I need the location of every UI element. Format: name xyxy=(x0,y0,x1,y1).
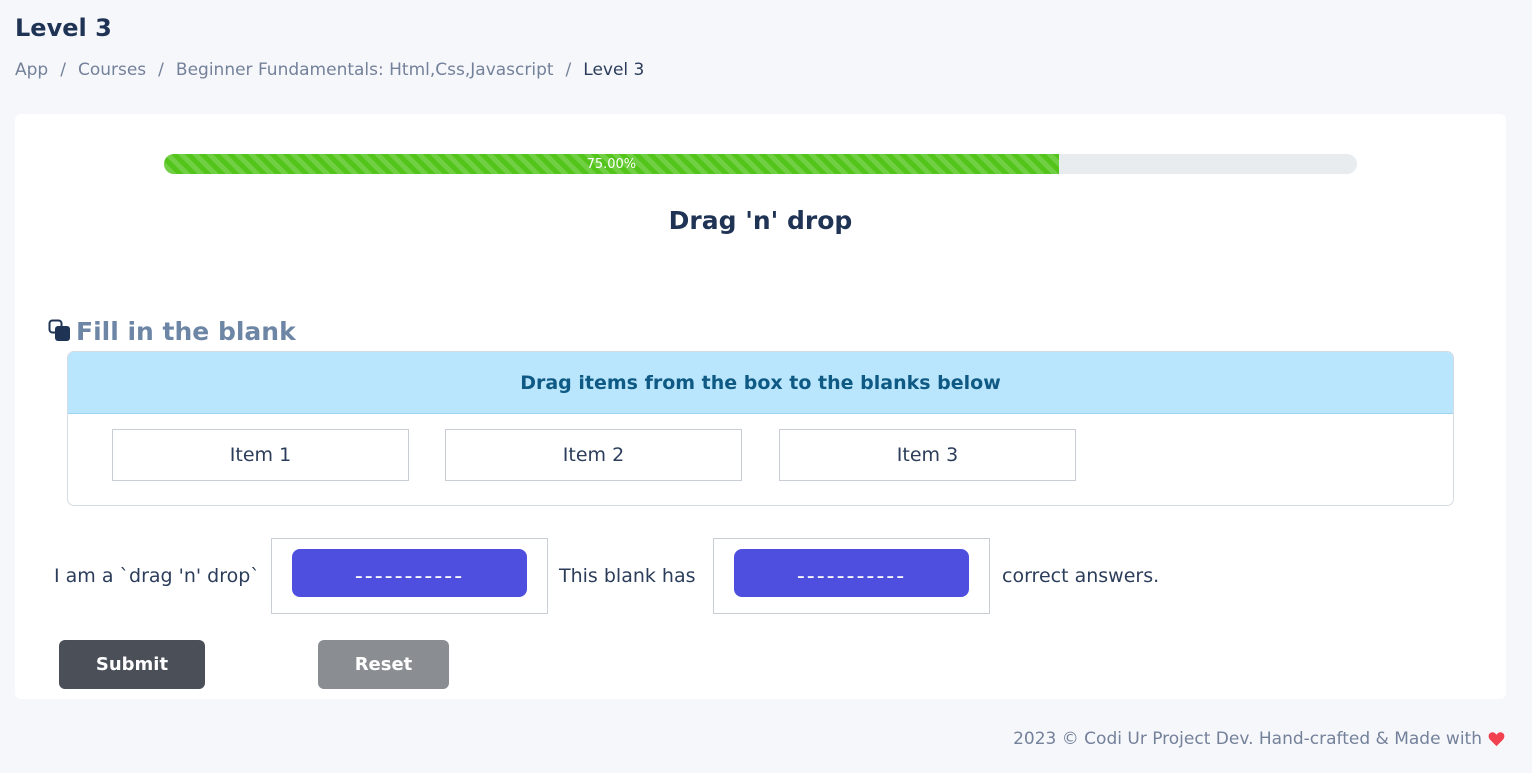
drag-item-1[interactable]: Item 1 xyxy=(112,429,409,481)
drag-item-3[interactable]: Item 3 xyxy=(779,429,1076,481)
breadcrumb: App / Courses / Beginner Fundamentals: H… xyxy=(15,60,644,80)
sentence-part-3: correct answers. xyxy=(1002,565,1160,587)
footer: 2023 © Codi Ur Project Dev. Hand-crafted… xyxy=(1013,729,1505,749)
breadcrumb-separator: / xyxy=(565,60,572,80)
breadcrumb-separator: / xyxy=(158,60,164,80)
reset-button[interactable]: Reset xyxy=(318,640,449,689)
progress-label: 75.00% xyxy=(586,156,637,172)
drag-instructions: Drag items from the box to the blanks be… xyxy=(68,352,1453,414)
section-title: Drag 'n' drop xyxy=(668,206,853,235)
drag-item-2[interactable]: Item 2 xyxy=(445,429,742,481)
breadcrumb-current: Level 3 xyxy=(583,60,645,80)
copy-icon xyxy=(48,319,74,345)
submit-button[interactable]: Submit xyxy=(59,640,205,689)
progress-bar: 75.00% xyxy=(164,154,1357,174)
blank-placeholder-2[interactable]: ----------- xyxy=(734,549,969,597)
blank-drop-zone-2[interactable]: ----------- xyxy=(713,538,990,614)
breadcrumb-separator: / xyxy=(60,60,66,80)
blank-drop-zone-1[interactable]: ----------- xyxy=(271,538,548,614)
fill-in-sentence: I am a `drag 'n' drop` ----------- This … xyxy=(15,538,1506,614)
sentence-part-2: This blank has xyxy=(559,565,696,587)
quiz-card: 75.00% Drag 'n' drop Fill in the blank D… xyxy=(15,114,1506,699)
drag-source-box: Drag items from the box to the blanks be… xyxy=(67,351,1454,506)
page-title: Level 3 xyxy=(15,14,112,42)
blank-placeholder-1[interactable]: ----------- xyxy=(292,549,527,597)
breadcrumb-course[interactable]: Beginner Fundamentals: Html,Css,Javascri… xyxy=(176,60,554,80)
heart-icon xyxy=(1488,731,1505,747)
question-heading-label: Fill in the blank xyxy=(76,317,296,346)
breadcrumb-app[interactable]: App xyxy=(15,60,48,80)
question-heading: Fill in the blank xyxy=(48,317,296,346)
breadcrumb-courses[interactable]: Courses xyxy=(78,60,146,80)
footer-text: 2023 © Codi Ur Project Dev. Hand-crafted… xyxy=(1013,729,1482,749)
sentence-part-1: I am a `drag 'n' drop` xyxy=(54,565,260,587)
